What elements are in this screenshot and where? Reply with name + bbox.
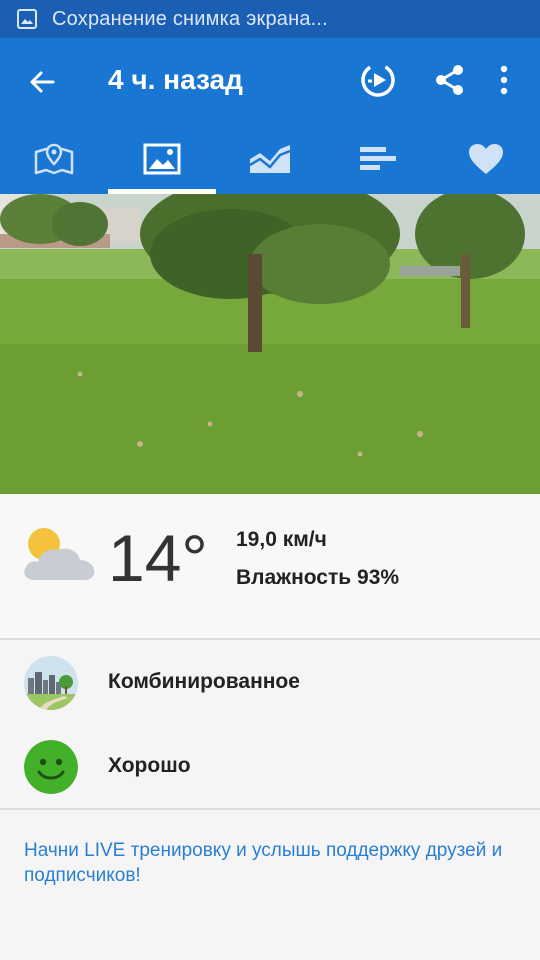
smiley-icon: [24, 740, 78, 794]
surface-label: Комбинированное: [108, 670, 300, 693]
image-icon: [16, 8, 38, 30]
humidity: Влажность 93%: [236, 566, 400, 589]
page-title: 4 ч. назад: [108, 64, 243, 95]
status-text: Сохранение снимка экрана...: [52, 7, 328, 30]
replay-button[interactable]: [356, 58, 400, 102]
terrain-landscape-icon: [24, 656, 78, 710]
workout-photo[interactable]: [0, 194, 540, 494]
live-promo-link[interactable]: Начни LIVE тренировку и услышь поддержку…: [24, 838, 504, 888]
toolbar: 4 ч. назад: [0, 38, 540, 124]
temperature-value: 14°: [108, 521, 208, 595]
tab-feeling[interactable]: [432, 124, 540, 194]
chart-icon: [249, 145, 291, 173]
more-vert-icon: [500, 65, 508, 95]
partly-cloudy-icon: [22, 524, 98, 589]
share-icon: [436, 65, 463, 95]
park-photo-image: [0, 194, 540, 494]
tab-bar: [0, 124, 540, 194]
arrow-left-icon: [30, 71, 55, 93]
tab-photos[interactable]: [108, 124, 216, 194]
wind-speed: 19,0 км/ч: [236, 528, 327, 551]
status-bar: Сохранение снимка экрана...: [0, 0, 540, 38]
feeling-row[interactable]: Хорошо: [0, 726, 540, 810]
surface-row[interactable]: Комбинированное: [0, 642, 540, 726]
share-button[interactable]: [428, 58, 472, 102]
tab-map[interactable]: [0, 124, 108, 194]
photo-icon: [143, 143, 181, 175]
tab-chart[interactable]: [216, 124, 324, 194]
list-icon: [360, 147, 396, 170]
replay-icon: [361, 63, 395, 97]
divider: [0, 808, 540, 810]
map-icon: [34, 143, 74, 175]
feeling-label: Хорошо: [108, 754, 191, 777]
divider: [0, 638, 540, 640]
back-button[interactable]: [20, 60, 64, 104]
heart-icon: [469, 144, 503, 174]
more-button[interactable]: [482, 58, 526, 102]
tab-list[interactable]: [324, 124, 432, 194]
